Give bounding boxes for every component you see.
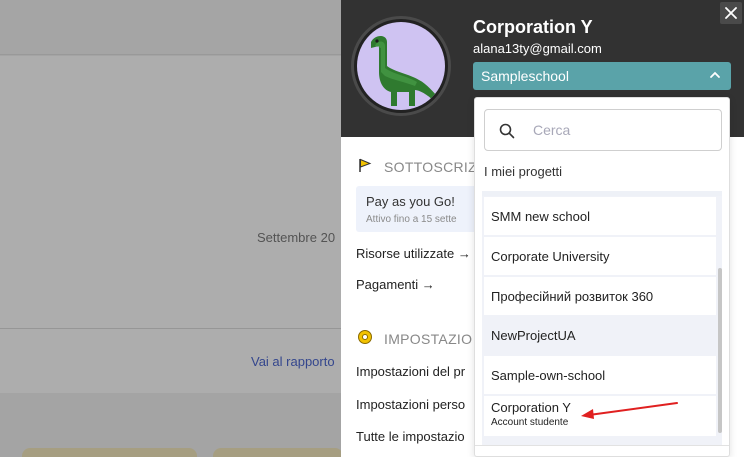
project-item-label: Corporation Y xyxy=(491,400,571,415)
search-icon xyxy=(499,123,515,139)
project-item-label: Sample-own-school xyxy=(491,368,606,383)
project-item-sublabel: Account studente xyxy=(491,417,569,428)
annotation-arrow-icon xyxy=(581,402,678,419)
user-name: Corporation Y xyxy=(473,17,593,37)
project-item[interactable]: Sample-own-school xyxy=(484,356,716,394)
flag-icon xyxy=(359,158,372,172)
settings-section-title: IMPOSTAZIO xyxy=(384,331,473,347)
settings-link-personal[interactable]: Impostazioni perso xyxy=(356,397,465,412)
payments-link[interactable]: Pagamenti → xyxy=(356,277,435,292)
project-search[interactable] xyxy=(484,109,722,151)
search-input[interactable] xyxy=(533,120,713,140)
resources-used-link[interactable]: Risorse utilizzate → xyxy=(356,246,471,261)
gear-icon xyxy=(358,330,372,344)
project-item-label: Професійний розвиток 360 xyxy=(491,289,654,304)
my-projects-heading: I miei progetti xyxy=(484,164,563,179)
subscription-active-until: Attivo fino a 15 sette xyxy=(366,214,457,225)
project-item[interactable]: NewProjectUA xyxy=(484,316,716,354)
user-email: alana13ty@gmail.com xyxy=(473,41,602,56)
settings-link-all[interactable]: Tutte le impostazio xyxy=(356,429,465,444)
project-item-label: Corporate University xyxy=(491,249,610,264)
subscription-section-title: SOTTOSCRIZ xyxy=(384,159,477,175)
close-icon xyxy=(725,7,737,19)
school-selector-label: Sampleschool xyxy=(481,68,569,84)
project-item[interactable]: Професійний розвиток 360 xyxy=(484,277,716,315)
dinosaur-avatar-image xyxy=(357,22,445,110)
chevron-up-icon xyxy=(710,71,720,78)
dropdown-divider xyxy=(475,445,729,446)
avatar xyxy=(351,16,451,116)
list-top-edge xyxy=(482,191,722,196)
project-item[interactable]: Corporate University xyxy=(484,237,716,275)
dropdown-scrollbar[interactable] xyxy=(718,268,722,433)
school-selector[interactable]: Sampleschool xyxy=(473,62,731,90)
settings-link-project[interactable]: Impostazioni del pr xyxy=(356,364,465,379)
subscription-plan: Pay as you Go! xyxy=(366,194,455,209)
project-item-label: NewProjectUA xyxy=(491,328,576,343)
project-item-label: SMM new school xyxy=(491,209,590,224)
close-button[interactable] xyxy=(720,2,742,24)
project-item[interactable]: SMM new school xyxy=(484,197,716,235)
